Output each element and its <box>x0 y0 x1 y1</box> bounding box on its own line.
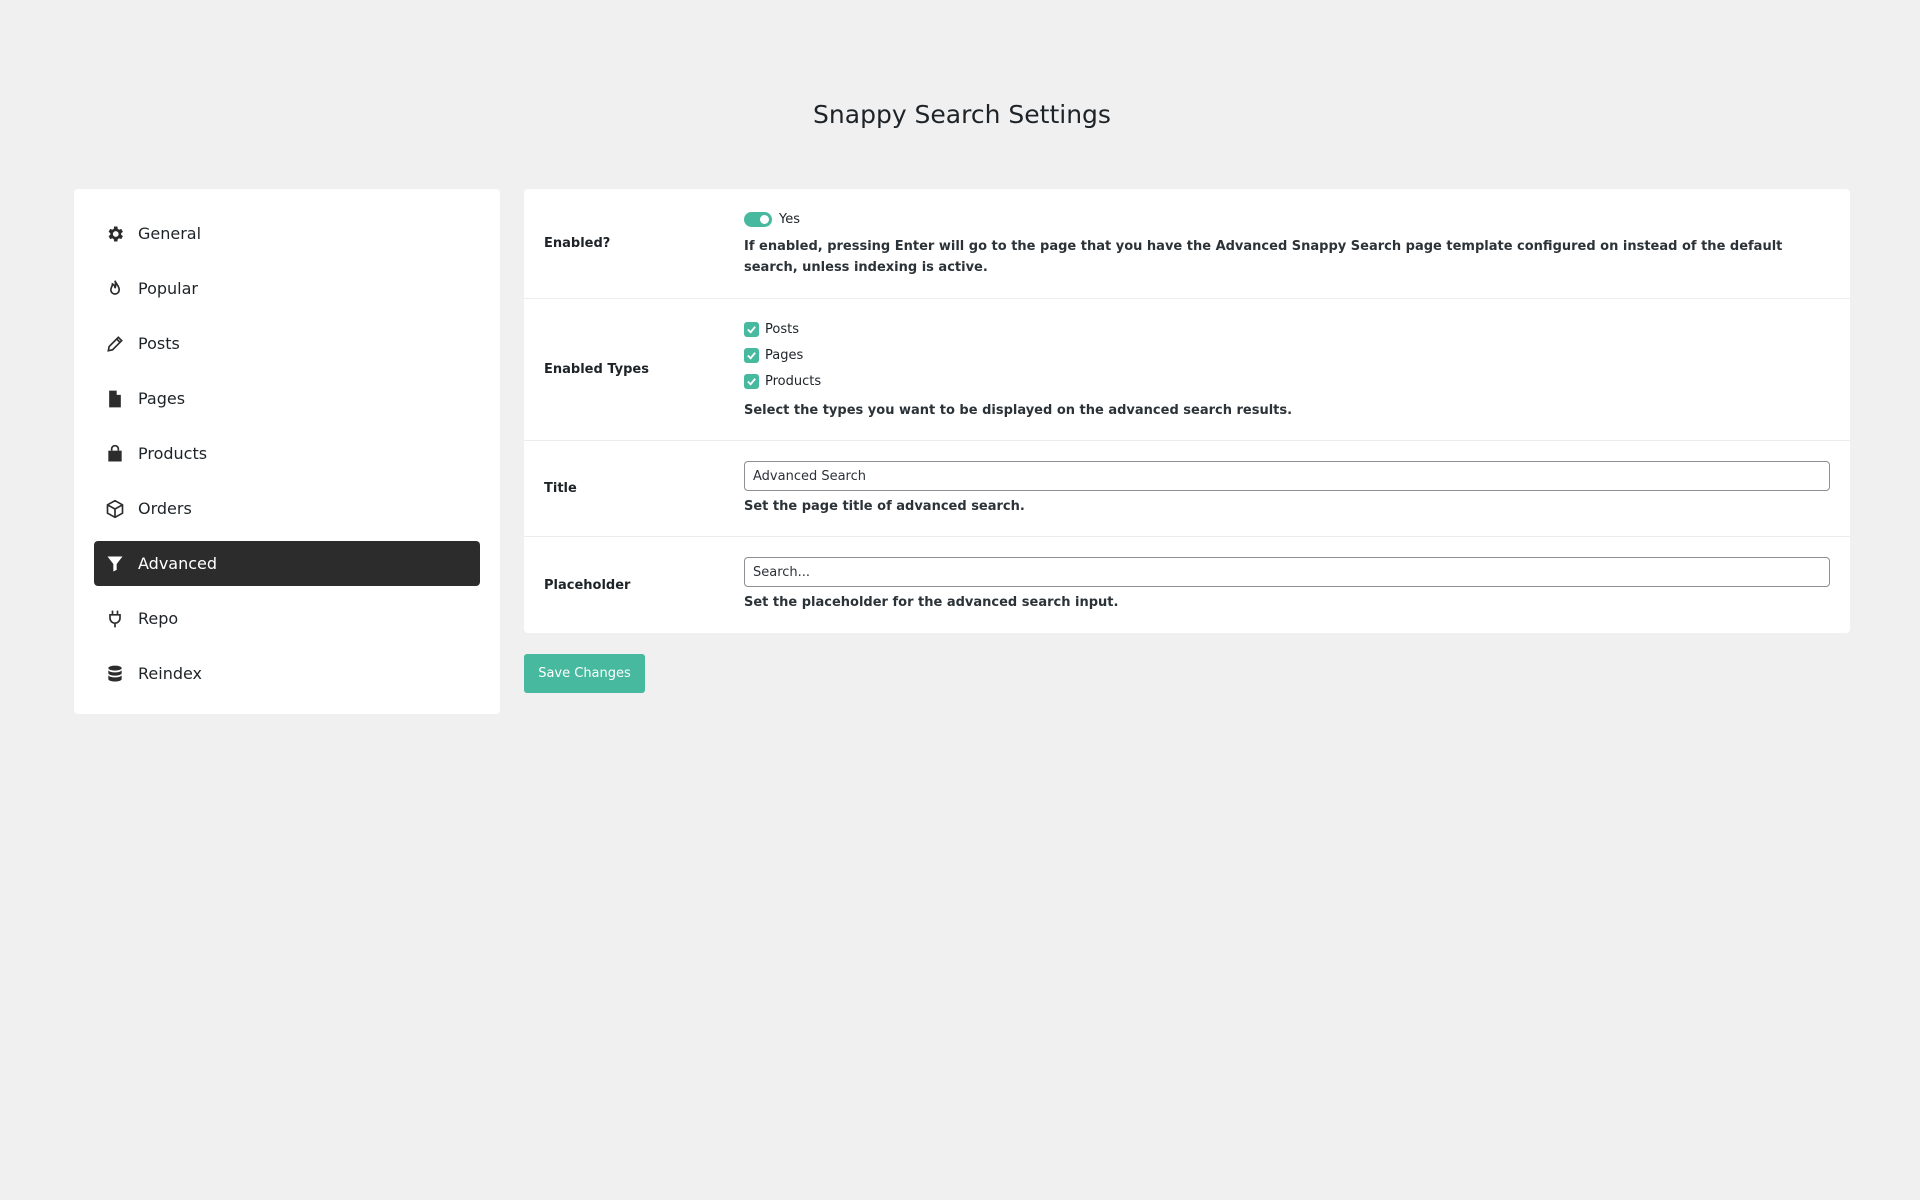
sidebar-item-pages[interactable]: Pages <box>94 376 480 421</box>
sidebar-item-orders[interactable]: Orders <box>94 486 480 531</box>
types-description: Select the types you want to be displaye… <box>744 403 1293 418</box>
box-icon <box>104 498 126 520</box>
sidebar-item-label: Orders <box>138 499 192 518</box>
checkbox-label: Pages <box>765 347 804 363</box>
sidebar-item-label: Pages <box>138 389 186 408</box>
plug-icon <box>104 608 126 630</box>
sidebar-item-label: Reindex <box>138 664 203 683</box>
database-icon <box>104 663 126 685</box>
setting-row-types: Enabled Types Posts Pages Products Selec… <box>524 299 1850 441</box>
sidebar-item-label: Products <box>138 444 208 463</box>
sidebar-item-products[interactable]: Products <box>94 431 480 476</box>
types-label: Enabled Types <box>544 362 649 377</box>
placeholder-label: Placeholder <box>544 577 631 593</box>
shopping-bag-icon <box>104 443 126 465</box>
posts-checkbox[interactable] <box>744 321 759 337</box>
sidebar-item-general[interactable]: General <box>94 211 480 256</box>
title-label: Title <box>544 481 577 496</box>
settings-panel: Enabled? Yes If enabled, pressing Enter … <box>524 189 1850 633</box>
page-title: Snappy Search Settings <box>813 100 1111 129</box>
setting-row-placeholder: Placeholder Set the placeholder for the … <box>524 537 1850 633</box>
sidebar-item-label: Popular <box>138 279 198 298</box>
sidebar-item-label: General <box>138 224 202 243</box>
sidebar-item-label: Posts <box>138 334 180 353</box>
sidebar-item-reindex[interactable]: Reindex <box>94 651 480 696</box>
enabled-toggle[interactable] <box>744 211 772 227</box>
title-description: Set the page title of advanced search. <box>744 499 1025 514</box>
enabled-description: If enabled, pressing Enter will go to th… <box>744 239 1783 275</box>
toggle-label: Yes <box>779 211 800 227</box>
pages-checkbox[interactable] <box>744 347 759 363</box>
pencil-icon <box>104 333 126 355</box>
products-checkbox[interactable] <box>744 373 759 389</box>
fire-icon <box>104 278 126 300</box>
sidebar-item-repo[interactable]: Repo <box>94 596 480 641</box>
checkbox-label: Posts <box>765 321 799 337</box>
sidebar-item-label: Repo <box>138 609 179 628</box>
sidebar-item-posts[interactable]: Posts <box>94 321 480 366</box>
file-icon <box>104 388 126 410</box>
placeholder-input[interactable] <box>744 557 1830 587</box>
checkbox-label: Products <box>765 373 822 389</box>
sidebar-item-advanced[interactable]: Advanced <box>94 541 480 586</box>
setting-row-title: Title Set the page title of advanced sea… <box>524 441 1850 537</box>
filter-icon <box>104 553 126 575</box>
setting-row-enabled: Enabled? Yes If enabled, pressing Enter … <box>524 189 1850 299</box>
sidebar-item-popular[interactable]: Popular <box>94 266 480 311</box>
placeholder-description: Set the placeholder for the advanced sea… <box>744 595 1119 610</box>
save-changes-button[interactable]: Save Changes <box>524 654 645 693</box>
settings-sidebar: General Popular Posts Pages Products Ord… <box>74 189 500 714</box>
gear-icon <box>104 223 126 245</box>
title-input[interactable] <box>744 461 1830 491</box>
sidebar-item-label: Advanced <box>138 554 218 573</box>
enabled-label: Enabled? <box>544 236 611 251</box>
